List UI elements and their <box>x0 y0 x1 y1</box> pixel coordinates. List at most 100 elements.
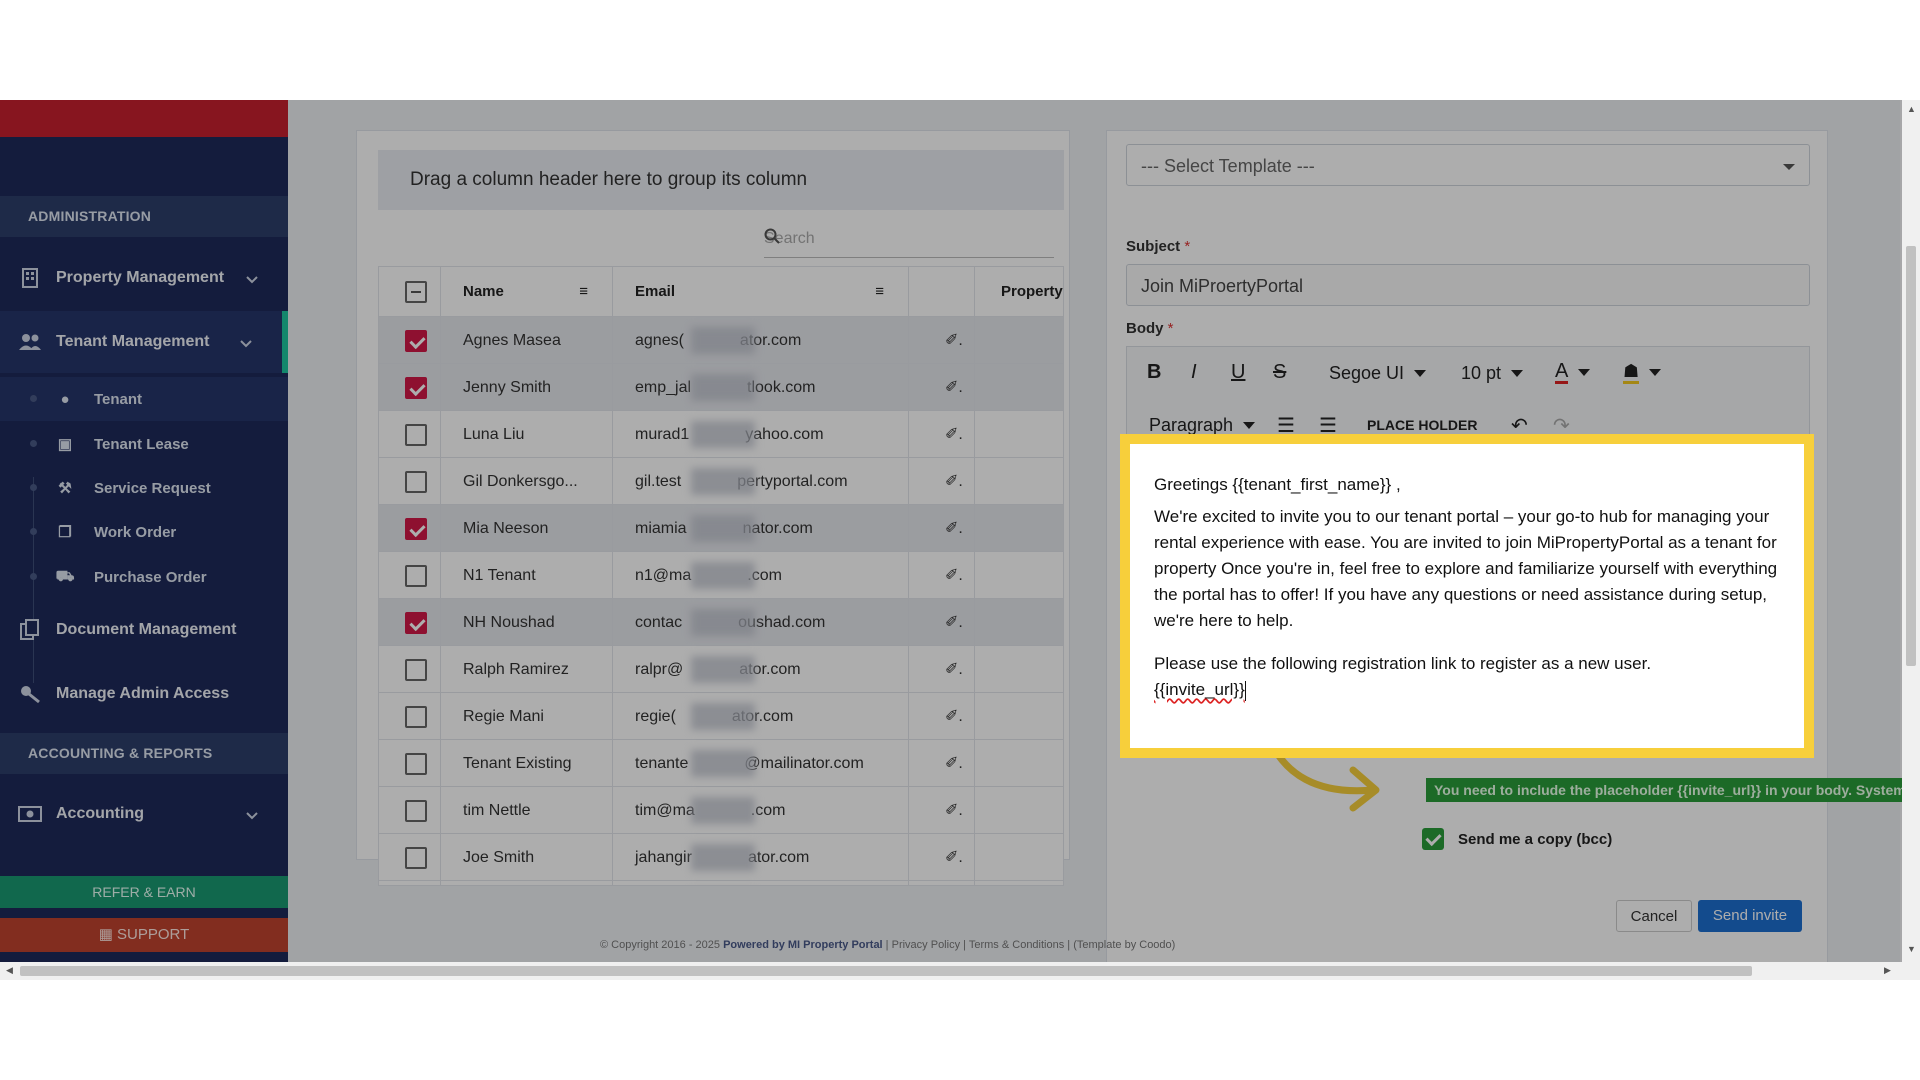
redo-icon[interactable]: ↷ <box>1553 413 1570 438</box>
table-row[interactable]: Jenny Smith emp_jal tlook.com ✐. <box>379 364 1063 411</box>
row-select-cell[interactable] <box>379 740 441 787</box>
nav-tenant-management[interactable]: Tenant Management <box>0 311 288 373</box>
table-row[interactable]: N1 Tenant n1@ma .com ✐. <box>379 552 1063 599</box>
nav-property-management[interactable]: Property Management <box>0 247 288 309</box>
edit-icon[interactable]: ✐. <box>945 411 963 458</box>
edit-icon[interactable]: ✐. <box>945 693 963 740</box>
row-checkbox[interactable] <box>405 565 427 587</box>
edit-icon[interactable]: ✐. <box>945 458 963 505</box>
row-checkbox[interactable] <box>405 518 427 540</box>
edit-icon[interactable]: ✐. <box>945 505 963 552</box>
nav-manage-admin-access[interactable]: Manage Admin Access <box>0 663 288 725</box>
vertical-scrollbar[interactable]: ▲ ▼ <box>1902 100 1920 980</box>
undo-icon[interactable]: ↶ <box>1511 413 1528 438</box>
paragraph-select[interactable]: Paragraph <box>1149 415 1256 436</box>
row-checkbox[interactable] <box>405 612 427 634</box>
table-row[interactable]: Joe Smith jahangir ator.com ✐. <box>379 834 1063 881</box>
footer-powered[interactable]: Powered by MI Property Portal <box>723 939 883 951</box>
table-row[interactable]: Mark Winneymark.wi@mailinator.com ✐. <box>379 881 1063 885</box>
scroll-down-icon[interactable]: ▼ <box>1907 944 1916 954</box>
italic-button[interactable]: I <box>1191 361 1197 384</box>
scroll-right-icon[interactable]: ▶ <box>1884 965 1891 976</box>
text-color-button[interactable]: A <box>1555 361 1591 384</box>
sub-tenant-lease[interactable]: ▣ Tenant Lease <box>0 422 288 466</box>
cancel-button[interactable]: Cancel <box>1616 900 1692 932</box>
edit-icon[interactable]: ✐. <box>945 646 963 693</box>
edit-icon[interactable]: ✐. <box>945 881 963 885</box>
support-button[interactable]: ▦ SUPPORT <box>0 918 288 952</box>
underline-button[interactable]: U <box>1231 361 1245 384</box>
table-row[interactable]: Mia Neeson miamia nator.com ✐. <box>379 505 1063 552</box>
search-icon[interactable] <box>764 228 1050 249</box>
edit-icon[interactable]: ✐. <box>945 787 963 834</box>
table-row[interactable]: Tenant Existing tenante @mailinator.com ✐. <box>379 740 1063 787</box>
vertical-scroll-thumb[interactable] <box>1906 246 1916 666</box>
sub-tenant[interactable]: ● Tenant <box>0 377 288 421</box>
row-select-cell[interactable] <box>379 505 441 552</box>
col-property[interactable]: Property <box>975 267 1063 317</box>
row-select-cell[interactable] <box>379 693 441 740</box>
sub-service-request[interactable]: ⚒ Service Request <box>0 466 288 510</box>
table-row[interactable]: Ralph Ramirez ralpr@ ator.com ✐. <box>379 646 1063 693</box>
row-checkbox[interactable] <box>405 330 427 352</box>
filter-icon[interactable]: ≡ <box>875 267 884 317</box>
row-select-cell[interactable] <box>379 834 441 881</box>
refer-earn-button[interactable]: REFER & EARN <box>0 876 288 908</box>
select-all-cell[interactable] <box>379 267 441 317</box>
bullet-list-icon[interactable]: ☰ <box>1277 413 1295 438</box>
bcc-checkbox[interactable]: Send me a copy (bcc) <box>1422 828 1612 850</box>
row-select-cell[interactable] <box>379 364 441 411</box>
send-invite-button[interactable]: Send invite <box>1698 900 1802 932</box>
scroll-up-icon[interactable]: ▲ <box>1907 104 1916 114</box>
row-checkbox[interactable] <box>405 847 427 869</box>
placeholder-button[interactable]: PLACE HOLDER <box>1367 417 1477 433</box>
font-size-select[interactable]: 10 pt <box>1461 363 1524 384</box>
row-select-cell[interactable] <box>379 411 441 458</box>
table-row[interactable]: Gil Donkersgo... gil.test pertyportal.com ✐… <box>379 458 1063 505</box>
highlight-color-button[interactable]: ☗ <box>1623 361 1662 384</box>
nav-document-management[interactable]: Document Management <box>0 599 288 661</box>
bold-button[interactable]: B <box>1147 361 1161 384</box>
row-checkbox[interactable] <box>405 753 427 775</box>
table-row[interactable]: Luna Liu murad1 yahoo.com ✐. <box>379 411 1063 458</box>
edit-icon[interactable]: ✐. <box>945 740 963 787</box>
horizontal-scroll-thumb[interactable] <box>20 966 1752 976</box>
footer-privacy-link[interactable]: Privacy Policy <box>892 939 960 951</box>
col-name[interactable]: Name ≡ <box>441 267 613 317</box>
row-select-cell[interactable] <box>379 552 441 599</box>
template-select[interactable]: --- Select Template --- <box>1126 144 1810 186</box>
subject-input[interactable]: Join MiProertyPortal <box>1126 264 1810 306</box>
numbered-list-icon[interactable]: ☰ <box>1319 413 1337 438</box>
row-checkbox[interactable] <box>405 659 427 681</box>
select-all-checkbox[interactable] <box>405 281 427 303</box>
sub-purchase-order[interactable]: ⛟ Purchase Order <box>0 555 288 599</box>
nav-accounting[interactable]: Accounting <box>0 783 288 845</box>
checkbox-checked-icon[interactable] <box>1422 828 1444 850</box>
table-row[interactable]: Agnes Masea agnes(ator.com ✐. <box>379 317 1063 364</box>
row-checkbox[interactable] <box>405 800 427 822</box>
filter-icon[interactable]: ≡ <box>579 267 588 317</box>
group-drop-area[interactable]: Drag a column header here to group its c… <box>378 150 1064 210</box>
row-checkbox[interactable] <box>405 424 427 446</box>
table-row[interactable]: NH Noushad contac oushad.com ✐. <box>379 599 1063 646</box>
row-select-cell[interactable] <box>379 646 441 693</box>
row-select-cell[interactable] <box>379 458 441 505</box>
edit-icon[interactable]: ✐. <box>945 599 963 646</box>
col-email[interactable]: Email ≡ <box>613 267 909 317</box>
row-checkbox[interactable] <box>405 706 427 728</box>
edit-icon[interactable]: ✐. <box>945 317 963 364</box>
horizontal-scrollbar[interactable]: ◀ ▶ <box>0 962 1902 980</box>
row-checkbox[interactable] <box>405 471 427 493</box>
row-select-cell[interactable] <box>379 317 441 364</box>
edit-icon[interactable]: ✐. <box>945 364 963 411</box>
table-row[interactable]: Regie Mani regie(ator.com ✐. <box>379 693 1063 740</box>
edit-icon[interactable]: ✐. <box>945 552 963 599</box>
font-family-select[interactable]: Segoe UI <box>1329 363 1427 384</box>
email-body-editor[interactable]: Greetings {{tenant_first_name}} , We're … <box>1122 436 1812 756</box>
sub-work-order[interactable]: ❐ Work Order <box>0 510 288 554</box>
row-select-cell[interactable] <box>379 599 441 646</box>
row-checkbox[interactable] <box>405 377 427 399</box>
edit-icon[interactable]: ✐. <box>945 834 963 881</box>
row-select-cell[interactable] <box>379 881 441 885</box>
row-select-cell[interactable] <box>379 787 441 834</box>
